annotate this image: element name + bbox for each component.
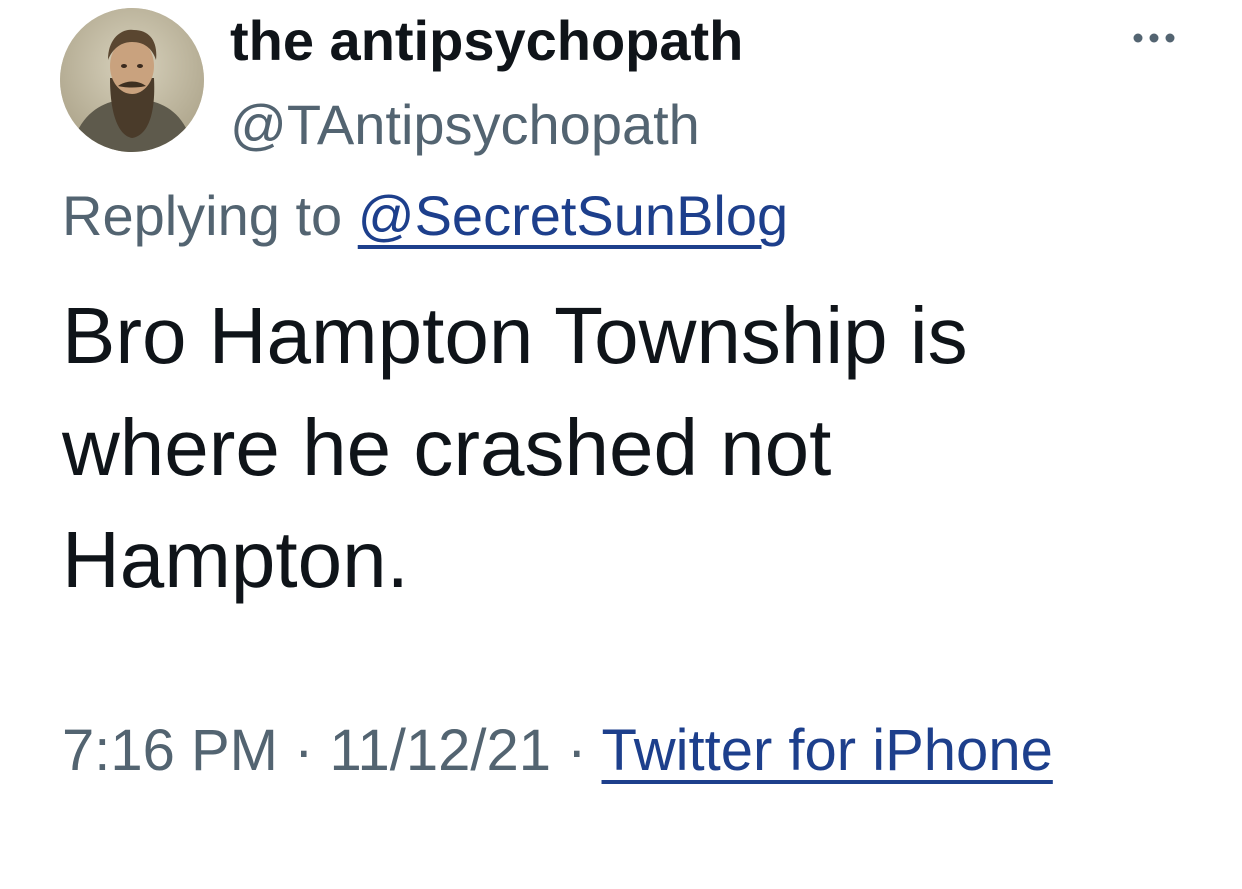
tweet-date[interactable]: 11/12/21 [330, 718, 551, 783]
meta-separator: · [551, 718, 602, 783]
tweet-text: Bro Hampton Township is where he crashed… [62, 291, 968, 604]
portrait-avatar-image [60, 8, 204, 152]
author-handle[interactable]: @TAntipsychopath [230, 90, 700, 160]
tweet-card: the antipsychopath @TAntipsychopath Repl… [0, 0, 1242, 889]
ellipsis-icon[interactable] [1130, 28, 1178, 48]
tweet-time[interactable]: 7:16 PM [62, 718, 278, 783]
replying-to-label: Replying to [62, 184, 358, 247]
meta-separator: · [278, 718, 330, 783]
author-display-name[interactable]: the antipsychopath [230, 6, 743, 76]
reply-to-handle-link[interactable]: @SecretSunBlog [358, 184, 788, 247]
tweet-meta: 7:16 PM · 11/12/21 · Twitter for iPhone [62, 706, 1172, 796]
replying-to-line: Replying to @SecretSunBlog [62, 180, 788, 252]
avatar[interactable] [60, 8, 204, 152]
tweet-source-link[interactable]: Twitter for iPhone [602, 718, 1053, 783]
